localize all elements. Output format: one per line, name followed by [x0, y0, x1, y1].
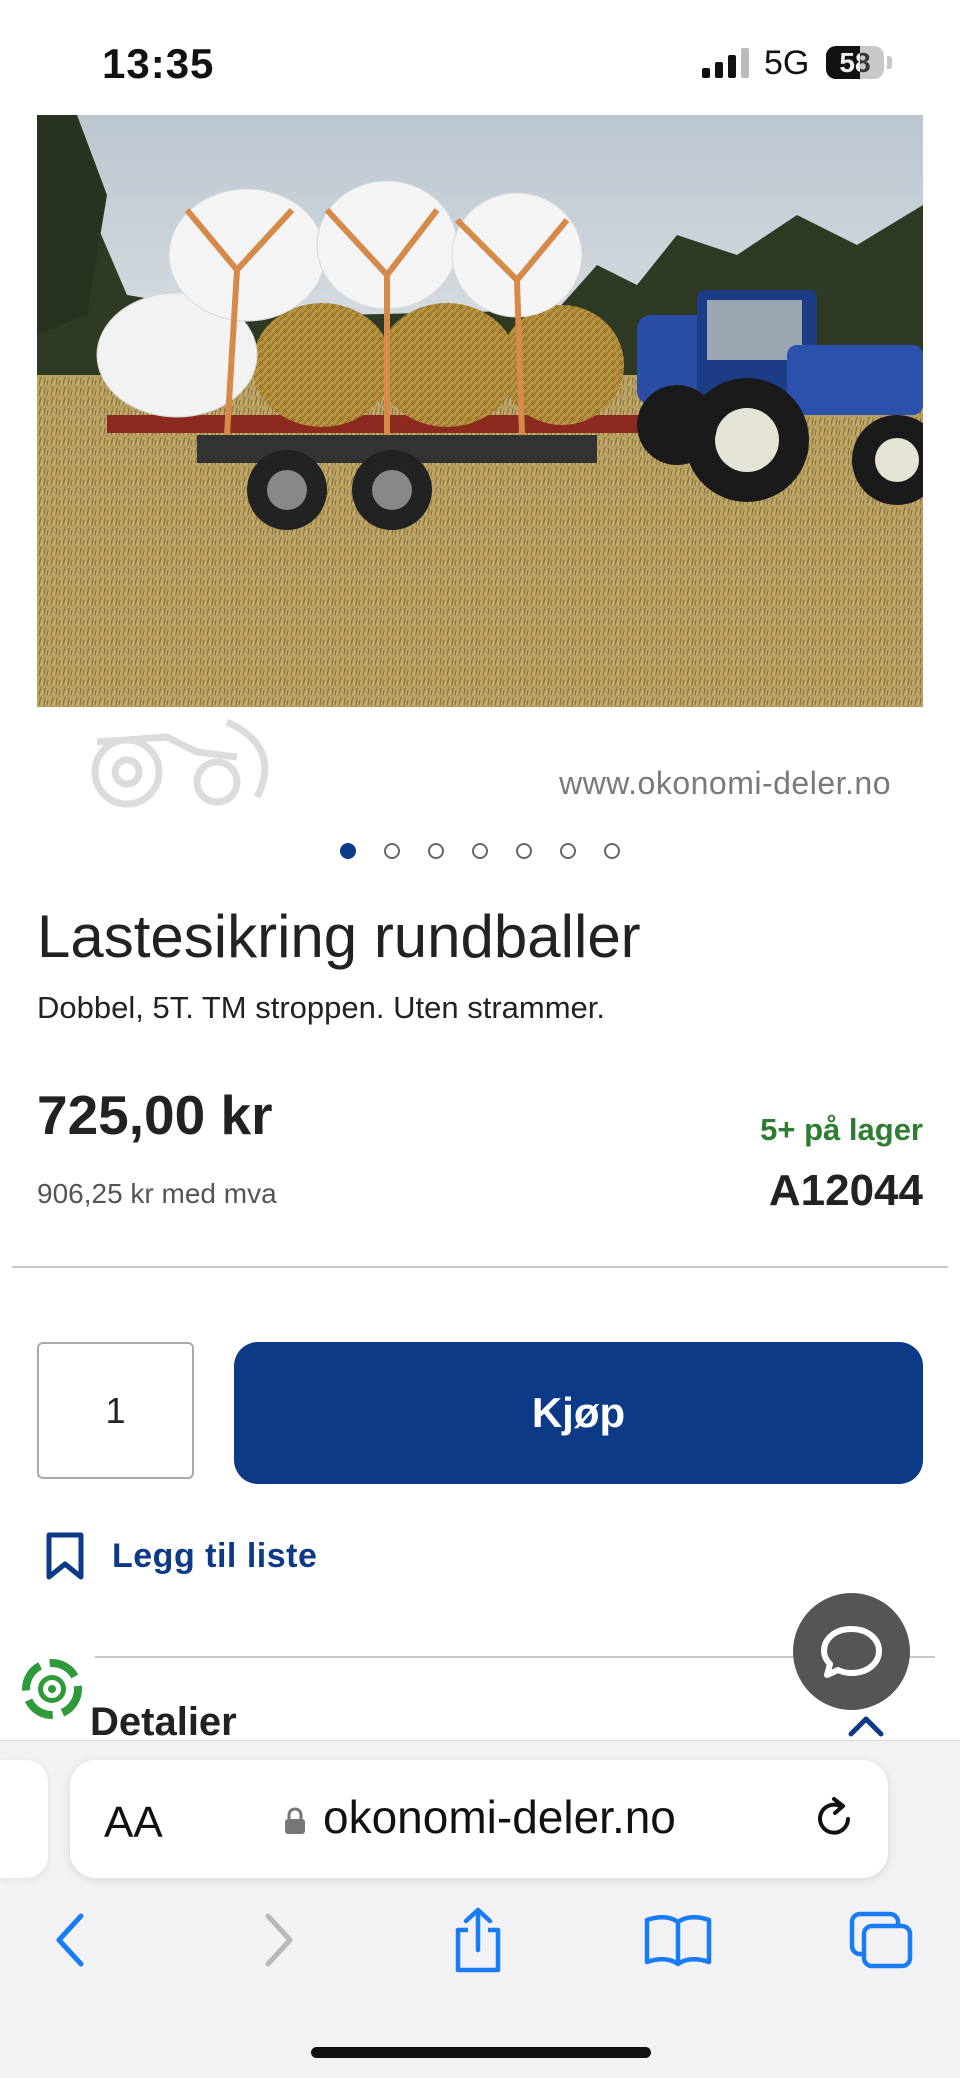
stock-status: 5+ på lager: [760, 1112, 923, 1147]
eco-recycle-icon[interactable]: [18, 1655, 86, 1723]
status-time: 13:35: [102, 40, 215, 87]
status-bar: 13:35 5G 58: [0, 0, 960, 115]
watermark-area: www.okonomi-deler.no: [37, 707, 923, 822]
reader-options-button[interactable]: AA: [104, 1798, 163, 1848]
details-accordion-header[interactable]: Detalier: [90, 1700, 237, 1742]
product-price: 725,00 kr: [37, 1084, 273, 1146]
back-icon: [56, 1913, 84, 1967]
carousel-dot[interactable]: [516, 843, 532, 859]
network-label: 5G: [764, 44, 810, 82]
product-subtitle: Dobbel, 5T. TM stroppen. Uten strammer.: [37, 990, 605, 1025]
forward-button[interactable]: [243, 1908, 313, 1972]
battery-percent: 58: [839, 47, 871, 78]
carousel-dot[interactable]: [384, 843, 400, 859]
buy-button[interactable]: Kjøp: [234, 1342, 923, 1484]
chat-bubble-icon: [821, 1626, 882, 1678]
tractor-logo-icon: [91, 718, 269, 808]
tractor-trailer-photo: [37, 115, 923, 707]
carousel-dot[interactable]: [472, 843, 488, 859]
chat-button[interactable]: [793, 1593, 910, 1710]
back-button[interactable]: [36, 1908, 106, 1972]
tabs-button[interactable]: [846, 1908, 916, 1972]
reload-icon[interactable]: [810, 1794, 860, 1844]
previous-tab[interactable]: [0, 1760, 48, 1878]
battery-icon: 58: [826, 46, 884, 79]
battery-nub: [887, 56, 892, 69]
bookmark-icon: [46, 1532, 84, 1580]
bookmarks-button[interactable]: [643, 1908, 713, 1972]
add-to-list-label: Legg til liste: [112, 1536, 318, 1575]
signal-icon: [702, 48, 750, 78]
carousel-dot[interactable]: [604, 843, 620, 859]
url-text[interactable]: okonomi-deler.no: [323, 1790, 676, 1844]
watermark-url: www.okonomi-deler.no: [559, 765, 891, 801]
browser-toolbar: [0, 1900, 960, 1980]
quantity-input[interactable]: 1: [37, 1342, 194, 1479]
carousel-dot[interactable]: [340, 843, 356, 859]
chevron-up-icon[interactable]: [846, 1712, 886, 1740]
carousel-dots: [0, 843, 960, 865]
home-indicator[interactable]: [311, 2047, 651, 2058]
carousel-dot[interactable]: [560, 843, 576, 859]
carousel-dot[interactable]: [428, 843, 444, 859]
product-title: Lastesikring rundballer: [37, 903, 641, 970]
product-sku: A12044: [768, 1166, 923, 1215]
forward-icon: [265, 1913, 293, 1967]
lock-icon: [285, 1807, 305, 1834]
price-with-vat: 906,25 kr med mva: [37, 1178, 277, 1209]
product-image[interactable]: [37, 115, 923, 707]
address-bar[interactable]: AA okonomi-deler.no: [70, 1760, 888, 1878]
divider: [12, 1266, 948, 1268]
tabs-icon: [849, 1911, 913, 1969]
add-to-list-button[interactable]: Legg til liste: [44, 1526, 317, 1586]
share-icon: [455, 1907, 501, 1973]
bookmarks-icon: [644, 1915, 712, 1967]
share-button[interactable]: [443, 1907, 513, 1973]
